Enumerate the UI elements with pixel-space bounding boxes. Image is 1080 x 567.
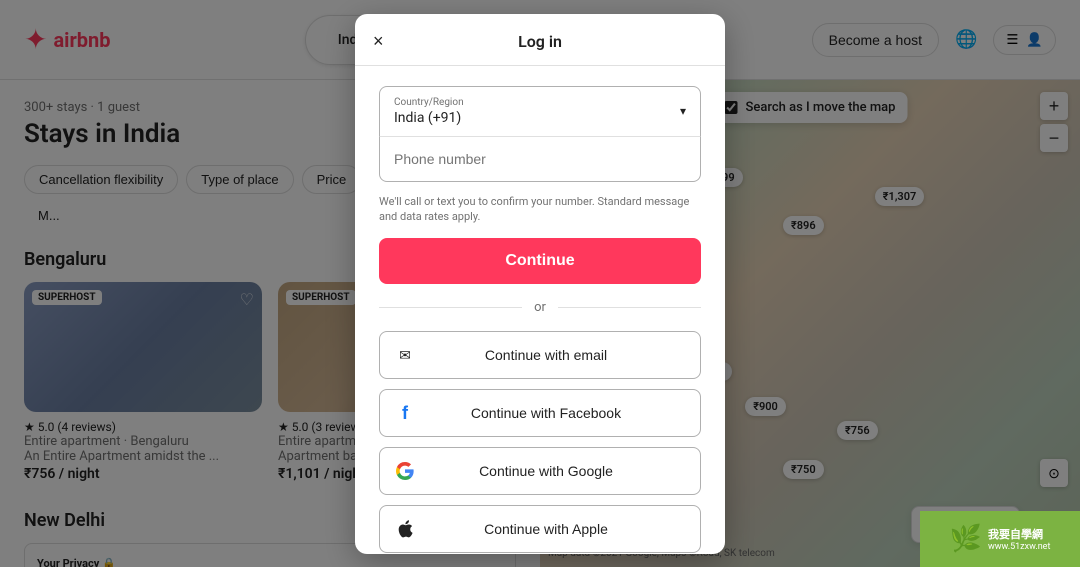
continue-facebook-label: Continue with Facebook — [428, 405, 664, 421]
country-label: Country/Region — [394, 97, 464, 108]
facebook-icon: f — [394, 402, 416, 424]
login-modal: × Log in Country/Region India (+91) ▾ We… — [355, 14, 725, 554]
apple-icon — [394, 518, 416, 540]
continue-google-button[interactable]: Continue with Google — [379, 447, 701, 495]
continue-apple-label: Continue with Apple — [428, 521, 664, 537]
divider-text: or — [534, 300, 546, 315]
phone-input[interactable] — [379, 136, 701, 182]
modal-close-button[interactable]: × — [371, 29, 386, 54]
google-icon — [394, 460, 416, 482]
continue-button[interactable]: Continue — [379, 238, 701, 284]
modal-overlay[interactable]: × Log in Country/Region India (+91) ▾ We… — [0, 0, 1080, 567]
modal-title: Log in — [518, 32, 562, 51]
country-form-group: Country/Region India (+91) ▾ — [379, 86, 701, 182]
email-icon: ✉ — [394, 344, 416, 366]
continue-facebook-button[interactable]: f Continue with Facebook — [379, 389, 701, 437]
watermark-text-area: 我要自學網 www.51zxw.net — [988, 526, 1050, 552]
continue-google-label: Continue with Google — [428, 463, 664, 479]
watermark: 🌿 我要自學網 www.51zxw.net — [920, 511, 1080, 567]
continue-email-label: Continue with email — [428, 347, 664, 363]
continue-email-button[interactable]: ✉ Continue with email — [379, 331, 701, 379]
watermark-icon: 🌿 — [950, 524, 982, 554]
watermark-line1: 我要自學網 — [988, 526, 1050, 542]
watermark-line2: www.51zxw.net — [988, 542, 1050, 552]
country-select[interactable]: Country/Region India (+91) ▾ — [379, 86, 701, 136]
continue-apple-button[interactable]: Continue with Apple — [379, 505, 701, 553]
modal-body: Country/Region India (+91) ▾ We'll call … — [355, 66, 725, 554]
divider: or — [379, 300, 701, 315]
modal-header: × Log in — [355, 14, 725, 66]
divider-line-right — [558, 307, 701, 308]
country-value: India (+91) — [394, 110, 464, 126]
chevron-down-icon: ▾ — [680, 104, 686, 118]
divider-line-left — [379, 307, 522, 308]
phone-hint: We'll call or text you to confirm your n… — [379, 194, 701, 225]
